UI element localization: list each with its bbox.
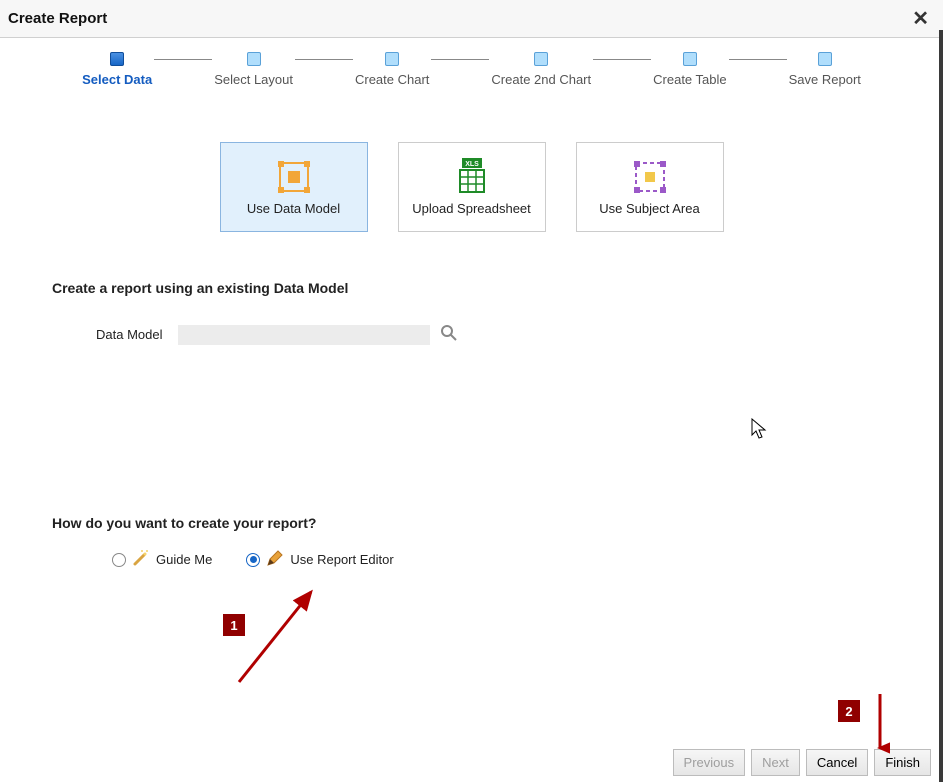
mouse-cursor-icon (751, 418, 769, 440)
finish-button[interactable]: Finish (874, 749, 931, 776)
step-connector (154, 59, 212, 60)
subject-area-icon (633, 157, 667, 197)
option-label: Use Subject Area (599, 201, 699, 217)
radio-use-report-editor[interactable]: Use Report Editor (246, 549, 393, 570)
step-indicator-icon (110, 52, 124, 66)
step-select-data[interactable]: Select Data (82, 52, 152, 87)
step-save-report[interactable]: Save Report (789, 52, 861, 87)
radio-label: Guide Me (156, 552, 212, 567)
step-indicator-icon (683, 52, 697, 66)
option-upload-spreadsheet[interactable]: XLS Upload Spreadsheet (398, 142, 546, 232)
step-create-2nd-chart[interactable]: Create 2nd Chart (491, 52, 591, 87)
section-title: Create a report using an existing Data M… (52, 280, 891, 296)
next-button[interactable]: Next (751, 749, 800, 776)
section-title: How do you want to create your report? (52, 515, 891, 531)
data-source-options: Use Data Model XLS Upload Spreadsheet (0, 142, 943, 232)
step-label: Create Chart (355, 72, 429, 87)
how-create-options: Guide Me Use Report Editor (112, 549, 891, 570)
data-model-label: Data Model (96, 327, 162, 342)
radio-icon (112, 553, 126, 567)
step-label: Select Layout (214, 72, 293, 87)
search-icon[interactable] (440, 324, 458, 345)
svg-text:XLS: XLS (465, 161, 479, 168)
option-use-data-model[interactable]: Use Data Model (220, 142, 368, 232)
step-connector (593, 59, 651, 60)
wizard-steps: Select Data Select Layout Create Chart C… (0, 52, 943, 87)
option-label: Use Data Model (247, 201, 340, 217)
step-create-chart[interactable]: Create Chart (355, 52, 429, 87)
step-indicator-icon (818, 52, 832, 66)
step-label: Create Table (653, 72, 726, 87)
cancel-button[interactable]: Cancel (806, 749, 868, 776)
radio-label: Use Report Editor (290, 552, 393, 567)
right-border-shadow (939, 30, 943, 782)
step-connector (729, 59, 787, 60)
footer-buttons: Previous Next Cancel Finish (673, 749, 931, 776)
step-label: Create 2nd Chart (491, 72, 591, 87)
step-connector (295, 59, 353, 60)
data-model-icon (277, 157, 311, 197)
step-create-table[interactable]: Create Table (653, 52, 726, 87)
option-label: Upload Spreadsheet (412, 201, 531, 217)
step-label: Save Report (789, 72, 861, 87)
annotation-badge-2: 2 (838, 700, 860, 722)
annotation-badge-1: 1 (223, 614, 245, 636)
data-model-row: Data Model (96, 324, 891, 345)
spreadsheet-icon: XLS (455, 157, 489, 197)
annotation-arrow-1 (233, 582, 323, 692)
step-indicator-icon (385, 52, 399, 66)
step-select-layout[interactable]: Select Layout (214, 52, 293, 87)
step-label: Select Data (82, 72, 152, 87)
dialog-title: Create Report (8, 10, 107, 27)
radio-guide-me[interactable]: Guide Me (112, 549, 212, 570)
dialog-header: Create Report ✕ (0, 0, 943, 38)
data-model-input[interactable] (178, 325, 430, 345)
data-model-section: Create a report using an existing Data M… (0, 280, 943, 345)
step-indicator-icon (247, 52, 261, 66)
close-icon[interactable]: ✕ (908, 6, 933, 31)
magic-wand-icon (132, 549, 150, 570)
previous-button[interactable]: Previous (673, 749, 746, 776)
step-indicator-icon (534, 52, 548, 66)
option-use-subject-area[interactable]: Use Subject Area (576, 142, 724, 232)
pencil-icon (266, 549, 284, 570)
step-connector (431, 59, 489, 60)
how-create-section: How do you want to create your report? G… (0, 515, 943, 570)
radio-icon (246, 553, 260, 567)
